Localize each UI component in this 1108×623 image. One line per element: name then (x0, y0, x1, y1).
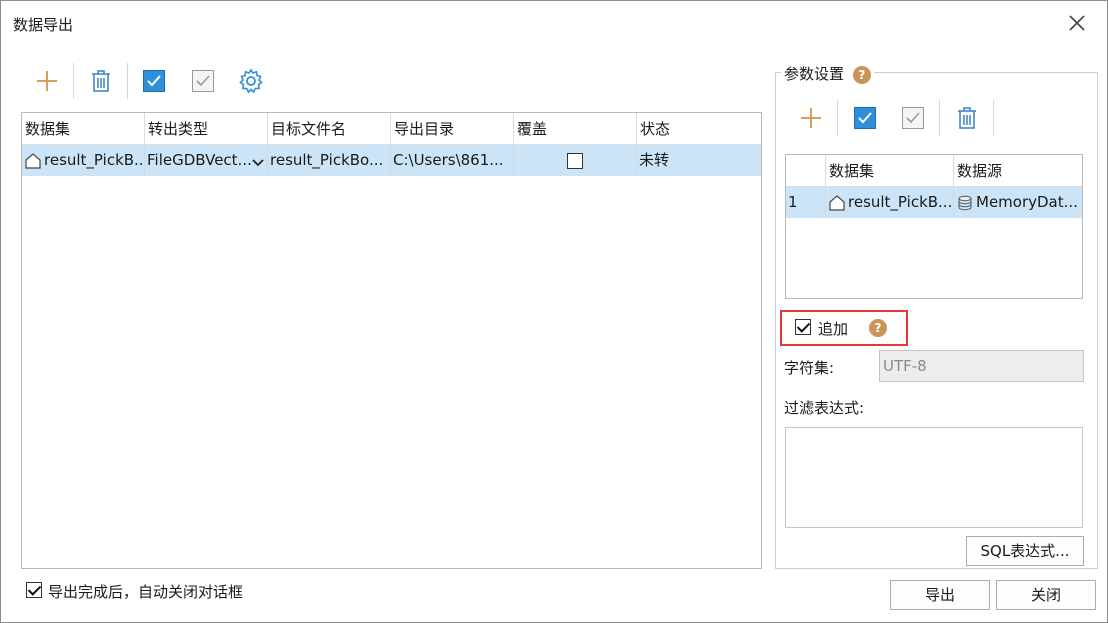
export-table[interactable]: 数据集 转出类型 目标文件名 导出目录 覆盖 状态 result_PickB..… (21, 112, 762, 569)
toolbar-separator (127, 63, 128, 99)
row-index: 1 (786, 187, 826, 218)
charset-field[interactable]: UTF-8 (879, 350, 1084, 382)
toolbar-separator (939, 100, 940, 136)
append-checkbox[interactable] (795, 319, 811, 335)
export-type-dropdown[interactable]: FileGDBVect... (145, 145, 268, 176)
export-dialog: 数据导出 数据集 转出类型 目标文件名 导出目录 覆盖 状态 result_Pi… (0, 0, 1108, 623)
filename-cell[interactable]: result_PickBo... (268, 145, 391, 176)
filter-textarea[interactable] (785, 427, 1083, 528)
add-icon[interactable] (795, 102, 827, 134)
close-button[interactable]: 关闭 (996, 580, 1096, 610)
toolbar-separator (837, 100, 838, 136)
export-button[interactable]: 导出 (890, 580, 990, 610)
overwrite-checkbox[interactable] (567, 152, 583, 169)
region-dataset-icon (25, 152, 41, 170)
dialog-title: 数据导出 (13, 16, 74, 34)
trash-icon[interactable] (85, 65, 117, 97)
datasource-cell: MemoryDat... (954, 187, 1082, 218)
check-invert-icon[interactable] (897, 102, 929, 134)
params-header: 参数设置 ? (781, 63, 874, 84)
add-icon[interactable] (31, 65, 63, 97)
check-invert-icon[interactable] (187, 65, 219, 97)
toolbar-separator (73, 63, 74, 99)
help-icon[interactable]: ? (852, 66, 871, 84)
column-header[interactable]: 数据源 (954, 155, 1082, 187)
database-icon (957, 195, 973, 211)
chevron-down-icon[interactable] (252, 155, 264, 167)
params-title: 参数设置 (784, 65, 845, 83)
params-table[interactable]: 数据集 数据源 1 result_PickB... MemoryDat... (785, 154, 1083, 299)
charset-label: 字符集: (784, 359, 835, 377)
check-all-icon[interactable] (138, 65, 170, 97)
overwrite-cell (514, 145, 637, 176)
check-all-icon[interactable] (849, 102, 881, 134)
gear-icon[interactable] (235, 65, 267, 97)
auto-close-checkbox[interactable] (26, 582, 42, 598)
column-header[interactable]: 转出类型 (145, 113, 268, 145)
column-header[interactable]: 数据集 (826, 155, 954, 187)
column-header[interactable]: 数据集 (22, 113, 145, 145)
dataset-cell: result_PickB... (826, 187, 954, 218)
export-type-value: FileGDBVect... (147, 151, 252, 169)
column-header (786, 155, 826, 187)
column-header[interactable]: 目标文件名 (268, 113, 391, 145)
sql-expression-button[interactable]: SQL表达式... (966, 536, 1084, 566)
region-dataset-icon (829, 194, 845, 212)
directory-cell[interactable]: C:\Users\861... (391, 145, 514, 176)
close-icon[interactable] (1067, 13, 1087, 33)
auto-close-label: 导出完成后，自动关闭对话框 (48, 583, 244, 601)
trash-icon[interactable] (951, 102, 983, 134)
column-header[interactable]: 状态 (637, 113, 761, 145)
toolbar-separator (993, 100, 994, 136)
help-icon[interactable]: ? (869, 319, 887, 337)
column-header[interactable]: 导出目录 (391, 113, 514, 145)
append-label: 追加 (818, 320, 849, 338)
status-cell: 未转 (637, 145, 761, 176)
column-header[interactable]: 覆盖 (514, 113, 637, 145)
filter-label: 过滤表达式: (784, 399, 865, 417)
